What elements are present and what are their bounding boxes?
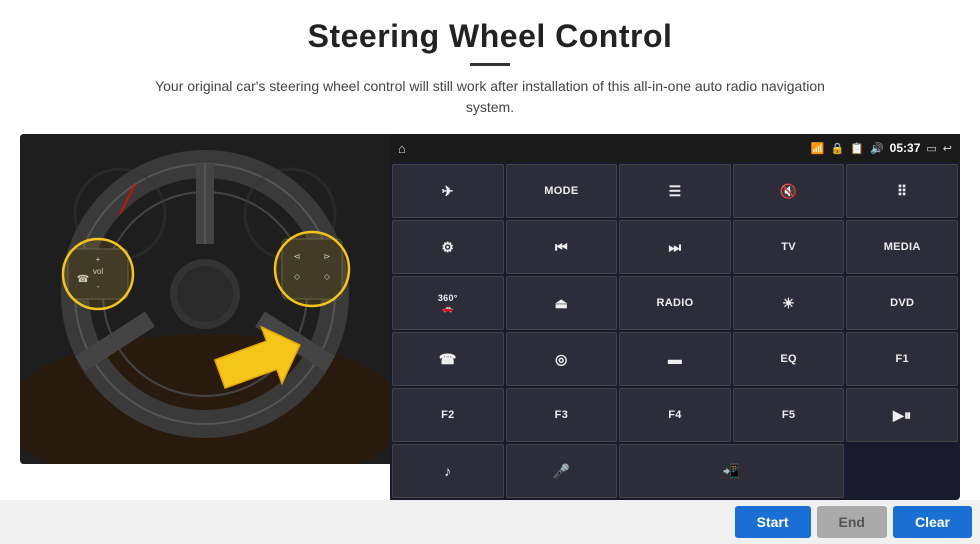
screen-icon: ▭: [926, 142, 936, 155]
forward-button[interactable]: ⏭: [619, 220, 731, 274]
f1-button[interactable]: F1: [846, 332, 958, 386]
satellite-button[interactable]: ◎: [506, 332, 618, 386]
status-bar: ⌂ 📶 🔒 📋 🔊 05:37 ▭ ↩: [390, 134, 960, 162]
music-button[interactable]: ♪: [392, 444, 504, 498]
camera360-button[interactable]: 360°🚗: [392, 276, 504, 330]
answer-button[interactable]: 📲: [619, 444, 844, 498]
sim-icon: 📋: [850, 142, 864, 155]
lock-icon: 🔒: [831, 142, 845, 155]
page-wrapper: Steering Wheel Control Your original car…: [0, 0, 980, 544]
f2-button[interactable]: F2: [392, 388, 504, 442]
clear-button[interactable]: Clear: [893, 506, 972, 538]
wifi-icon: 📶: [811, 142, 825, 155]
back-icon[interactable]: ↩: [943, 142, 952, 155]
bottom-actions: Start End Clear: [0, 500, 980, 544]
page-title: Steering Wheel Control: [20, 18, 960, 55]
rewind-button[interactable]: ⏮: [506, 220, 618, 274]
steering-wheel-bg: + vol - ☎ ⊲ ⊳ ◇ ◇: [20, 134, 390, 464]
end-button[interactable]: End: [817, 506, 887, 538]
steering-wheel-image: + vol - ☎ ⊲ ⊳ ◇ ◇: [20, 134, 390, 464]
phone-button[interactable]: ☎: [392, 332, 504, 386]
status-right: 📶 🔒 📋 🔊 05:37 ▭ ↩: [811, 141, 952, 155]
f4-button[interactable]: F4: [619, 388, 731, 442]
media-button[interactable]: MEDIA: [846, 220, 958, 274]
title-divider: [470, 63, 510, 66]
content-area: + vol - ☎ ⊲ ⊳ ◇ ◇: [0, 124, 980, 500]
status-left: ⌂: [398, 141, 406, 156]
tv-button[interactable]: TV: [733, 220, 845, 274]
home-icon[interactable]: ⌂: [398, 141, 406, 156]
button-grid: ✈ MODE ☰ 🔇 ⠿ ⚙ ⏮ ⏭ TV MEDIA 360°🚗 ⏏ RADI…: [390, 162, 960, 500]
mic-button[interactable]: 🎤: [506, 444, 618, 498]
f5-button[interactable]: F5: [733, 388, 845, 442]
radio-button[interactable]: RADIO: [619, 276, 731, 330]
eject-button[interactable]: ⏏: [506, 276, 618, 330]
mode-button[interactable]: MODE: [506, 164, 618, 218]
menu-button[interactable]: ☰: [619, 164, 731, 218]
mute-button[interactable]: 🔇: [733, 164, 845, 218]
navigate-button[interactable]: ✈: [392, 164, 504, 218]
time-display: 05:37: [890, 141, 921, 155]
control-panel: ⌂ 📶 🔒 📋 🔊 05:37 ▭ ↩ ✈ MODE ☰ 🔇: [390, 134, 960, 500]
eq-button[interactable]: EQ: [733, 332, 845, 386]
dvd-button[interactable]: DVD: [846, 276, 958, 330]
apps-button[interactable]: ⠿: [846, 164, 958, 218]
aspect-button[interactable]: ▬: [619, 332, 731, 386]
playpause-button[interactable]: ▶⏸: [846, 388, 958, 442]
header-section: Steering Wheel Control Your original car…: [0, 0, 980, 124]
f3-button[interactable]: F3: [506, 388, 618, 442]
brightness-button[interactable]: ☀: [733, 276, 845, 330]
page-subtitle: Your original car's steering wheel contr…: [140, 76, 840, 118]
settings-button[interactable]: ⚙: [392, 220, 504, 274]
start-button[interactable]: Start: [735, 506, 811, 538]
bluetooth-icon: 🔊: [870, 142, 884, 155]
